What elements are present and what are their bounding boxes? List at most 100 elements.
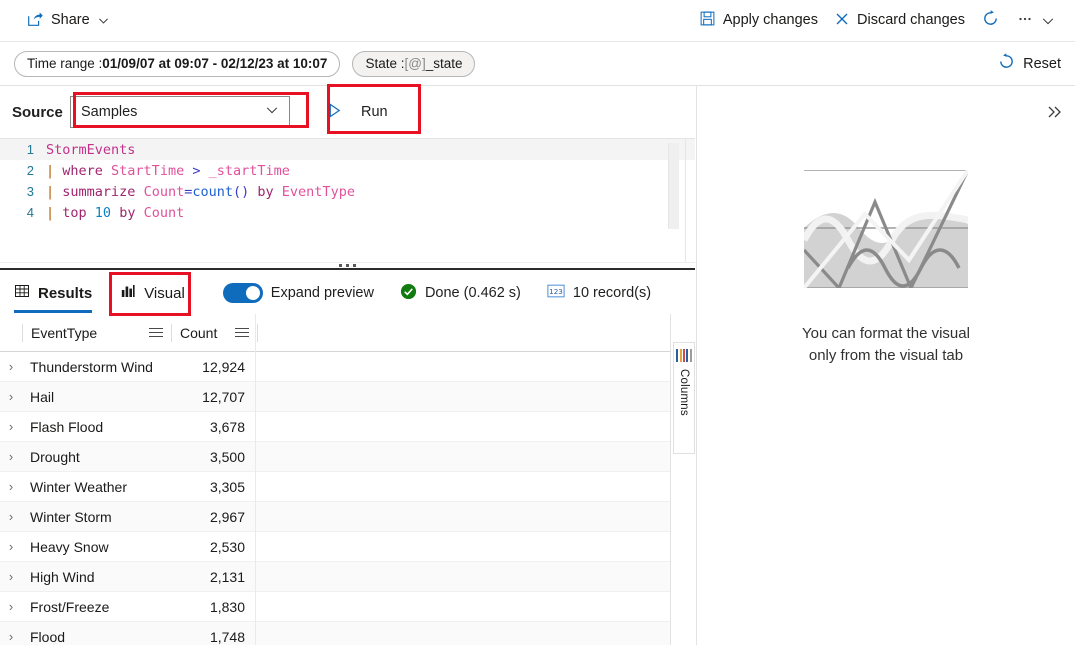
code-token: Count <box>143 183 185 200</box>
tab-results[interactable]: Results <box>0 272 106 314</box>
table-row[interactable]: › Drought 3,500 <box>0 442 670 472</box>
table-row[interactable]: › Thunderstorm Wind 12,924 <box>0 352 670 382</box>
cell-count: 1,830 <box>209 598 245 615</box>
code-line-text: StormEvents <box>46 142 135 158</box>
time-range-prefix: Time range : <box>27 56 103 71</box>
visual-format-pane: You can format the visual only from the … <box>697 86 1075 645</box>
cell-eventtype: Hail <box>30 388 55 405</box>
query-editor[interactable]: 1 StormEvents 2 | where StartTime > _startT… <box>0 138 695 262</box>
cell-eventtype: Winter Weather <box>30 478 127 495</box>
table-row[interactable]: › Winter Weather 3,305 <box>0 472 670 502</box>
record-count-label: 10 record(s) <box>572 285 652 301</box>
source-dropdown[interactable]: Samples <box>70 96 290 128</box>
discard-changes-button[interactable]: Discard changes <box>826 5 973 37</box>
chevron-down-icon[interactable] <box>1041 14 1055 28</box>
cell-count: 12,924 <box>202 358 245 375</box>
table-row[interactable]: › Flash Flood 3,678 <box>0 412 670 442</box>
table-row[interactable]: › Hail 12,707 <box>0 382 670 412</box>
visual-empty-state: You can format the visual only from the … <box>697 166 1075 367</box>
expand-preview-control[interactable]: Expand preview <box>222 283 374 303</box>
cell-count: 2,131 <box>209 568 245 585</box>
success-check-icon <box>400 283 417 304</box>
columns-icon <box>676 349 692 362</box>
share-button[interactable]: Share <box>18 5 119 37</box>
discard-changes-label: Discard changes <box>857 12 965 29</box>
column-header-count-label: Count <box>180 324 218 341</box>
chevron-right-icon[interactable]: › <box>0 539 22 554</box>
state-value: _state <box>425 56 463 71</box>
record-count: 123 10 record(s) <box>547 284 651 302</box>
reset-button[interactable]: Reset <box>997 52 1061 75</box>
state-parameter-pill[interactable]: State : [@] _state <box>352 50 476 77</box>
results-grid: EventType Count › Thunderstorm Wind 12,924… <box>0 314 670 645</box>
filter-bar: Time range : 01/09/07 at 09:07 - 02/12/2… <box>0 42 1075 86</box>
cell-eventtype: Drought <box>30 448 80 465</box>
column-header-eventtype-label: EventType <box>31 324 98 341</box>
chevron-right-icon[interactable]: › <box>0 449 22 464</box>
code-token: count <box>192 183 233 200</box>
chevron-right-icon[interactable]: › <box>0 629 22 644</box>
time-range-value: 01/09/07 at 09:07 - 02/12/23 at 10:07 <box>102 56 328 71</box>
table-row[interactable]: › Winter Storm 2,967 <box>0 502 670 532</box>
column-header-eventtype[interactable]: EventType <box>23 325 171 341</box>
table-row[interactable]: › High Wind 2,131 <box>0 562 670 592</box>
kusto-query-page: Share Apply changes Discard changes Time… <box>0 0 1075 645</box>
chevron-right-icon[interactable]: › <box>0 479 22 494</box>
code-token: top <box>62 204 87 221</box>
chevron-right-icon[interactable]: › <box>0 599 22 614</box>
save-icon <box>699 10 716 31</box>
expand-pane-button[interactable] <box>1043 102 1067 126</box>
code-line-number: 3 <box>26 184 34 199</box>
code-line[interactable]: 4 | top 10 by Count <box>0 202 695 223</box>
cell-eventtype: Frost/Freeze <box>30 598 110 615</box>
expand-preview-toggle[interactable] <box>222 283 263 303</box>
columns-rail-button[interactable]: Columns <box>673 342 695 454</box>
code-token: _startTime <box>208 162 290 179</box>
refresh-button[interactable] <box>973 5 1008 37</box>
command-bar: Share Apply changes Discard changes <box>0 0 1075 42</box>
table-row[interactable]: › Heavy Snow 2,530 <box>0 532 670 562</box>
code-line[interactable]: 3 | summarize Count=count() by EventType <box>0 181 695 202</box>
chevron-right-icon[interactable]: › <box>0 419 22 434</box>
query-status: Done (0.462 s) <box>400 283 521 304</box>
table-row[interactable]: › Frost/Freeze 1,830 <box>0 592 670 622</box>
cell-count: 2,967 <box>209 508 245 525</box>
chevron-right-icon[interactable]: › <box>0 389 22 404</box>
code-lines: 1 StormEvents 2 | where StartTime > _startT… <box>0 139 695 223</box>
columns-rail: Columns <box>670 314 696 645</box>
results-status-group: Expand preview Done (0.462 s) 123 10 rec… <box>222 283 651 304</box>
tab-results-label: Results <box>38 284 93 302</box>
number-123-icon: 123 <box>547 284 565 302</box>
chevron-down-icon[interactable] <box>97 14 111 28</box>
run-button[interactable]: Run <box>312 96 402 128</box>
splitter-grip-icon <box>339 264 356 267</box>
tab-visual[interactable]: Visual <box>106 272 199 314</box>
pane-splitter[interactable] <box>0 262 695 270</box>
table-row[interactable]: › Flood 1,748 <box>0 622 670 645</box>
chevron-right-icon[interactable]: › <box>0 569 22 584</box>
command-bar-left: Share <box>0 5 119 37</box>
code-line-number: 2 <box>26 163 34 178</box>
state-token: [@] <box>404 56 426 71</box>
share-label: Share <box>51 12 90 29</box>
apply-changes-label: Apply changes <box>722 12 818 29</box>
column-header-count[interactable]: Count <box>172 325 257 341</box>
header-divider <box>257 323 258 342</box>
column-menu-icon[interactable] <box>235 327 249 338</box>
code-line-text: | top 10 by Count <box>46 205 184 221</box>
code-token: () <box>232 183 250 200</box>
more-options-button[interactable] <box>1008 5 1063 37</box>
grid-right-edge <box>255 314 256 645</box>
chevron-right-icon[interactable]: › <box>0 359 22 374</box>
apply-changes-button[interactable]: Apply changes <box>691 5 826 37</box>
time-range-pill[interactable]: Time range : 01/09/07 at 09:07 - 02/12/2… <box>14 50 341 77</box>
code-line[interactable]: 2 | where StartTime > _startTime <box>0 160 695 181</box>
close-icon <box>834 11 850 31</box>
chevron-right-icon[interactable]: › <box>0 509 22 524</box>
editor-scrollbar-thumb[interactable] <box>668 143 679 229</box>
cell-count: 3,305 <box>209 478 245 495</box>
code-line[interactable]: 1 StormEvents <box>0 139 695 160</box>
column-menu-icon[interactable] <box>149 327 163 338</box>
code-line-text: | summarize Count=count() by EventType <box>46 184 355 200</box>
code-token: by <box>119 204 136 221</box>
